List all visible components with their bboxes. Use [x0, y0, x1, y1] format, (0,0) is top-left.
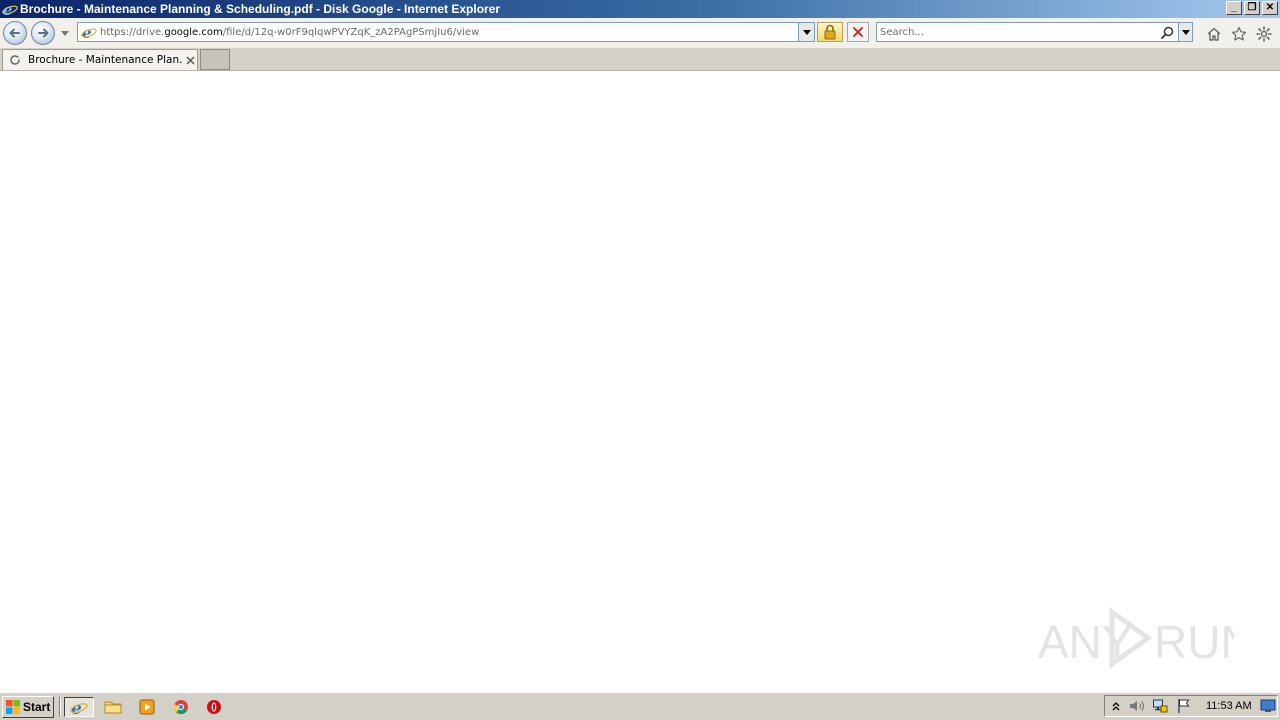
network-button[interactable]	[1152, 698, 1168, 714]
anyrun-watermark: ANY RUN	[1038, 607, 1234, 669]
clock[interactable]: 11:53 AM	[1206, 700, 1252, 712]
close-icon: ✕	[1265, 2, 1275, 13]
lock-icon	[824, 24, 836, 40]
taskbar-media-player[interactable]	[132, 697, 162, 717]
action-center-button[interactable]	[1176, 698, 1192, 714]
search-provider-dropdown[interactable]	[1178, 23, 1192, 41]
address-dropdown-button[interactable]	[798, 23, 814, 41]
internet-explorer-icon: e	[70, 698, 88, 716]
volume-button[interactable]	[1129, 698, 1145, 714]
stop-x-icon	[853, 27, 863, 37]
gear-icon	[1256, 26, 1272, 42]
forward-button[interactable]	[31, 21, 55, 45]
home-button[interactable]	[1205, 25, 1223, 43]
new-tab-button[interactable]	[200, 49, 230, 70]
tab-close-button[interactable]	[184, 54, 196, 66]
taskbar-file-explorer[interactable]	[98, 697, 128, 717]
taskbar-separator	[59, 697, 61, 717]
chevron-down-icon	[61, 30, 69, 36]
network-icon	[1153, 699, 1168, 713]
minimize-icon: _	[1231, 2, 1237, 13]
minimize-button[interactable]: _	[1226, 1, 1242, 15]
forward-arrow-icon	[38, 28, 49, 38]
chevron-down-icon	[802, 29, 811, 35]
taskbar: Start e 11:53 AM	[0, 692, 1280, 720]
security-report-button[interactable]	[817, 22, 843, 42]
page-favicon-icon: e	[81, 24, 97, 40]
stop-button[interactable]	[847, 22, 869, 42]
restore-button[interactable]: ❐	[1244, 1, 1260, 15]
search-icon	[1160, 26, 1173, 39]
favorites-button[interactable]	[1230, 25, 1248, 43]
star-icon	[1231, 26, 1247, 41]
recent-pages-dropdown[interactable]	[60, 28, 70, 38]
watermark-text-right: RUN	[1154, 616, 1234, 668]
close-window-button[interactable]: ✕	[1262, 1, 1278, 15]
volume-icon	[1130, 701, 1145, 711]
file-explorer-icon	[104, 701, 122, 714]
window-titlebar[interactable]: e Brochure - Maintenance Planning & Sche…	[0, 0, 1280, 18]
media-player-icon	[139, 699, 155, 715]
show-hidden-icons-button[interactable]	[1108, 698, 1124, 714]
taskbar-internet-explorer[interactable]: e	[64, 697, 94, 717]
show-desktop-button[interactable]	[1260, 698, 1276, 714]
url-prefix: https://drive.	[100, 26, 165, 38]
taskbar-chrome[interactable]	[166, 697, 196, 717]
loading-spinner-icon	[9, 54, 21, 66]
show-desktop-icon	[1260, 699, 1276, 712]
show-hidden-icons-icon	[1112, 702, 1120, 711]
tools-button[interactable]	[1255, 25, 1273, 43]
url-host: google.com	[164, 26, 223, 38]
close-icon	[186, 56, 194, 64]
tab-row: Brochure - Maintenance Plan...	[0, 48, 1280, 71]
window-title: Brochure - Maintenance Planning & Schedu…	[20, 2, 501, 16]
search-box[interactable]	[876, 22, 1193, 42]
system-tray: 11:53 AM	[1104, 695, 1278, 717]
taskbar-opera[interactable]	[199, 697, 229, 717]
address-url[interactable]: https://drive.google.com/file/d/12q-w0rF…	[100, 27, 479, 38]
start-button[interactable]: Start	[2, 696, 54, 718]
windows-logo-icon	[5, 699, 21, 715]
page-content[interactable]	[0, 71, 1280, 691]
address-bar[interactable]: e https://drive.google.com/file/d/12q-w0…	[77, 22, 815, 42]
internet-explorer-icon: e	[2, 1, 18, 17]
opera-icon	[207, 700, 221, 714]
back-button[interactable]	[3, 21, 27, 45]
chrome-icon	[173, 700, 188, 715]
start-label: Start	[23, 700, 51, 714]
restore-icon: ❐	[1247, 2, 1257, 13]
tab-title: Brochure - Maintenance Plan...	[28, 54, 182, 66]
chevron-down-icon	[1181, 29, 1190, 35]
search-button[interactable]	[1159, 24, 1175, 40]
navigation-toolbar: e https://drive.google.com/file/d/12q-w0…	[0, 18, 1280, 49]
tab-active[interactable]: Brochure - Maintenance Plan...	[2, 49, 198, 70]
back-arrow-icon	[9, 28, 20, 38]
search-input[interactable]	[880, 24, 1150, 40]
url-path: /file/d/12q-w0rF9qlqwPVYZqK_zA2PAgPSmjIu…	[222, 26, 480, 38]
action-center-flag-icon	[1178, 699, 1190, 713]
home-icon	[1207, 27, 1221, 41]
